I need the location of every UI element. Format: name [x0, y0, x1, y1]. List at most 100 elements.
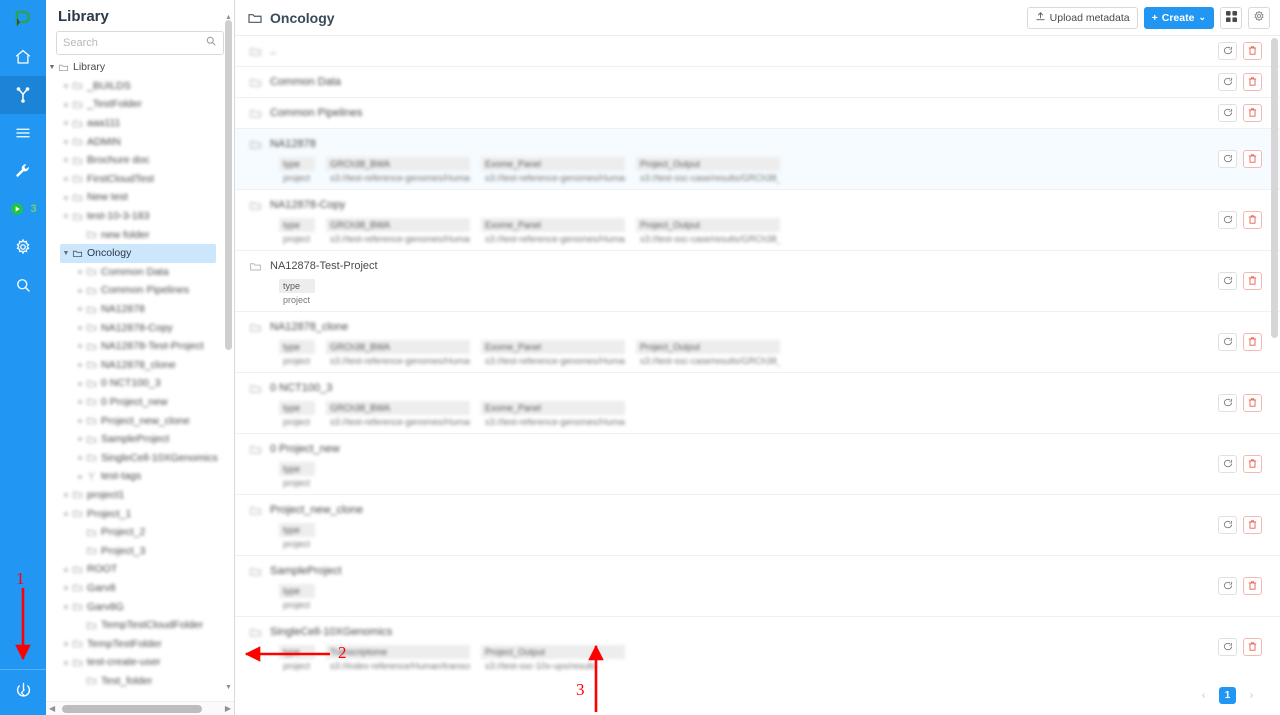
sidebar-item-pipelines[interactable]	[0, 76, 46, 114]
tree-item[interactable]: Project_3	[74, 541, 216, 560]
expand-dot-icon[interactable]	[74, 359, 86, 371]
list-item-name[interactable]: Common Pipelines	[270, 107, 362, 119]
scrollbar-thumb[interactable]	[225, 20, 232, 350]
comment-button[interactable]	[1218, 73, 1237, 91]
delete-button[interactable]	[1243, 104, 1262, 122]
expand-dot-icon[interactable]	[60, 98, 72, 110]
sidebar-item-search[interactable]	[0, 266, 46, 304]
expand-dot-icon[interactable]	[60, 563, 72, 575]
scrollbar-thumb[interactable]	[1271, 38, 1278, 338]
library-horizontal-scrollbar[interactable]: ◀ ▶	[46, 701, 234, 715]
search-box[interactable]	[56, 31, 224, 55]
delete-button[interactable]	[1243, 577, 1262, 595]
grid-view-button[interactable]	[1220, 6, 1242, 29]
tree-item[interactable]: ROOT	[60, 560, 216, 579]
tree-item[interactable]: project1	[60, 486, 216, 505]
list-item-name[interactable]: NA12878-Test-Project	[270, 260, 378, 272]
caret-down-icon[interactable]: ▼	[46, 64, 58, 71]
tree-item[interactable]: FirstCloudTest	[60, 170, 216, 189]
tree-item[interactable]: _TestFolder	[60, 95, 216, 114]
list-item[interactable]: SingleCell-10XGenomics type project Transcr…	[235, 617, 1280, 675]
page-prev-button[interactable]: ‹	[1195, 687, 1212, 704]
tree-item[interactable]: Project_2	[74, 523, 216, 542]
list-item-name[interactable]: NA12878-Copy	[270, 199, 345, 211]
expand-dot-icon[interactable]	[74, 396, 86, 408]
comment-button[interactable]	[1218, 333, 1237, 351]
sidebar-item-settings[interactable]	[0, 228, 46, 266]
sidebar-item-tools[interactable]	[0, 152, 46, 190]
view-settings-button[interactable]	[1248, 6, 1270, 29]
expand-dot-icon[interactable]	[74, 340, 86, 352]
expand-dot-icon[interactable]	[60, 173, 72, 185]
list-item[interactable]: NA12878-Copy type project GRCh38_BWA s3://te…	[235, 190, 1280, 251]
comment-button[interactable]	[1218, 516, 1237, 534]
delete-button[interactable]	[1243, 211, 1262, 229]
tree-item[interactable]: NA12878-Copy	[74, 318, 216, 337]
tree-item[interactable]: test-tags	[74, 467, 216, 486]
tree-item[interactable]: Common Pipelines	[74, 281, 216, 300]
comment-button[interactable]	[1218, 104, 1237, 122]
tree-item[interactable]: test-10-3-183	[60, 207, 216, 226]
tree-item[interactable]: NA12878	[74, 300, 216, 319]
list-item[interactable]: ..	[235, 36, 1280, 67]
expand-dot-icon[interactable]	[60, 136, 72, 148]
collapse-sidebar-button[interactable]: ‹	[0, 677, 46, 707]
list-item[interactable]: NA12878-Test-Project type project	[235, 251, 1280, 312]
list-item[interactable]: 0 NCT100_3 type project GRCh38_BWA s3://test…	[235, 373, 1280, 434]
main-vertical-scrollbar[interactable]	[1270, 36, 1279, 715]
tree-item[interactable]: TempTestCloudFolder	[74, 616, 216, 635]
hscrollbar-thumb[interactable]	[62, 705, 202, 713]
tree-item[interactable]: aaa111	[60, 114, 216, 133]
delete-button[interactable]	[1243, 638, 1262, 656]
app-logo[interactable]	[0, 0, 46, 38]
tree-item[interactable]: Garv8	[60, 579, 216, 598]
list-item[interactable]: Common Data	[235, 67, 1280, 98]
delete-button[interactable]	[1243, 394, 1262, 412]
tree-item[interactable]: ADMIN	[60, 132, 216, 151]
tree-item[interactable]: ▼ Oncology	[60, 243, 216, 263]
expand-dot-icon[interactable]	[60, 656, 72, 668]
tree-item[interactable]: SingleCell-10XGenomics	[74, 448, 218, 467]
expand-dot-icon[interactable]	[60, 638, 72, 650]
comment-button[interactable]	[1218, 272, 1237, 290]
delete-button[interactable]	[1243, 42, 1262, 60]
list-item[interactable]: NA12878_clone type project GRCh38_BWA s3://t…	[235, 312, 1280, 373]
comment-button[interactable]	[1218, 211, 1237, 229]
comment-button[interactable]	[1218, 577, 1237, 595]
list-item-name[interactable]: SingleCell-10XGenomics	[270, 626, 392, 638]
comment-button[interactable]	[1218, 394, 1237, 412]
expand-dot-icon[interactable]	[74, 322, 86, 334]
list-item-name[interactable]: Common Data	[270, 76, 341, 88]
list-item-name[interactable]: 0 Project_new	[270, 443, 340, 455]
expand-dot-icon[interactable]	[60, 489, 72, 501]
tree-item[interactable]: ▼ Library	[46, 58, 216, 77]
expand-dot-icon[interactable]	[60, 508, 72, 520]
delete-button[interactable]	[1243, 73, 1262, 91]
tree-item[interactable]: 0 NCT100_3	[74, 374, 216, 393]
delete-button[interactable]	[1243, 516, 1262, 534]
tree-item[interactable]: Brochure doc	[60, 151, 216, 170]
page-next-button[interactable]: ›	[1243, 687, 1260, 704]
create-button[interactable]: + Create ⌄	[1143, 6, 1214, 29]
comment-button[interactable]	[1218, 150, 1237, 168]
delete-button[interactable]	[1243, 333, 1262, 351]
expand-dot-icon[interactable]	[74, 452, 86, 464]
expand-dot-icon[interactable]	[60, 601, 72, 613]
sidebar-item-list[interactable]	[0, 114, 46, 152]
search-input[interactable]	[63, 37, 205, 49]
library-tree[interactable]: ▼ Library _BUILDS _TestFolder aaa111 ADMIN Bro…	[46, 58, 224, 697]
expand-dot-icon[interactable]	[60, 117, 72, 129]
expand-dot-icon[interactable]	[60, 191, 72, 203]
expand-dot-icon[interactable]	[74, 266, 86, 278]
tree-item[interactable]: New test	[60, 188, 216, 207]
comment-button[interactable]	[1218, 42, 1237, 60]
tree-item[interactable]: new folder	[74, 225, 216, 244]
tree-item[interactable]: NA12878-Test-Project	[74, 337, 216, 356]
list-item-name[interactable]: Project_new_clone	[270, 504, 363, 516]
comment-button[interactable]	[1218, 455, 1237, 473]
comment-button[interactable]	[1218, 638, 1237, 656]
expand-dot-icon[interactable]	[74, 415, 86, 427]
sidebar-item-home[interactable]	[0, 38, 46, 76]
list-item-name[interactable]: SampleProject	[270, 565, 342, 577]
tree-item[interactable]: 0 Project_new	[74, 393, 216, 412]
